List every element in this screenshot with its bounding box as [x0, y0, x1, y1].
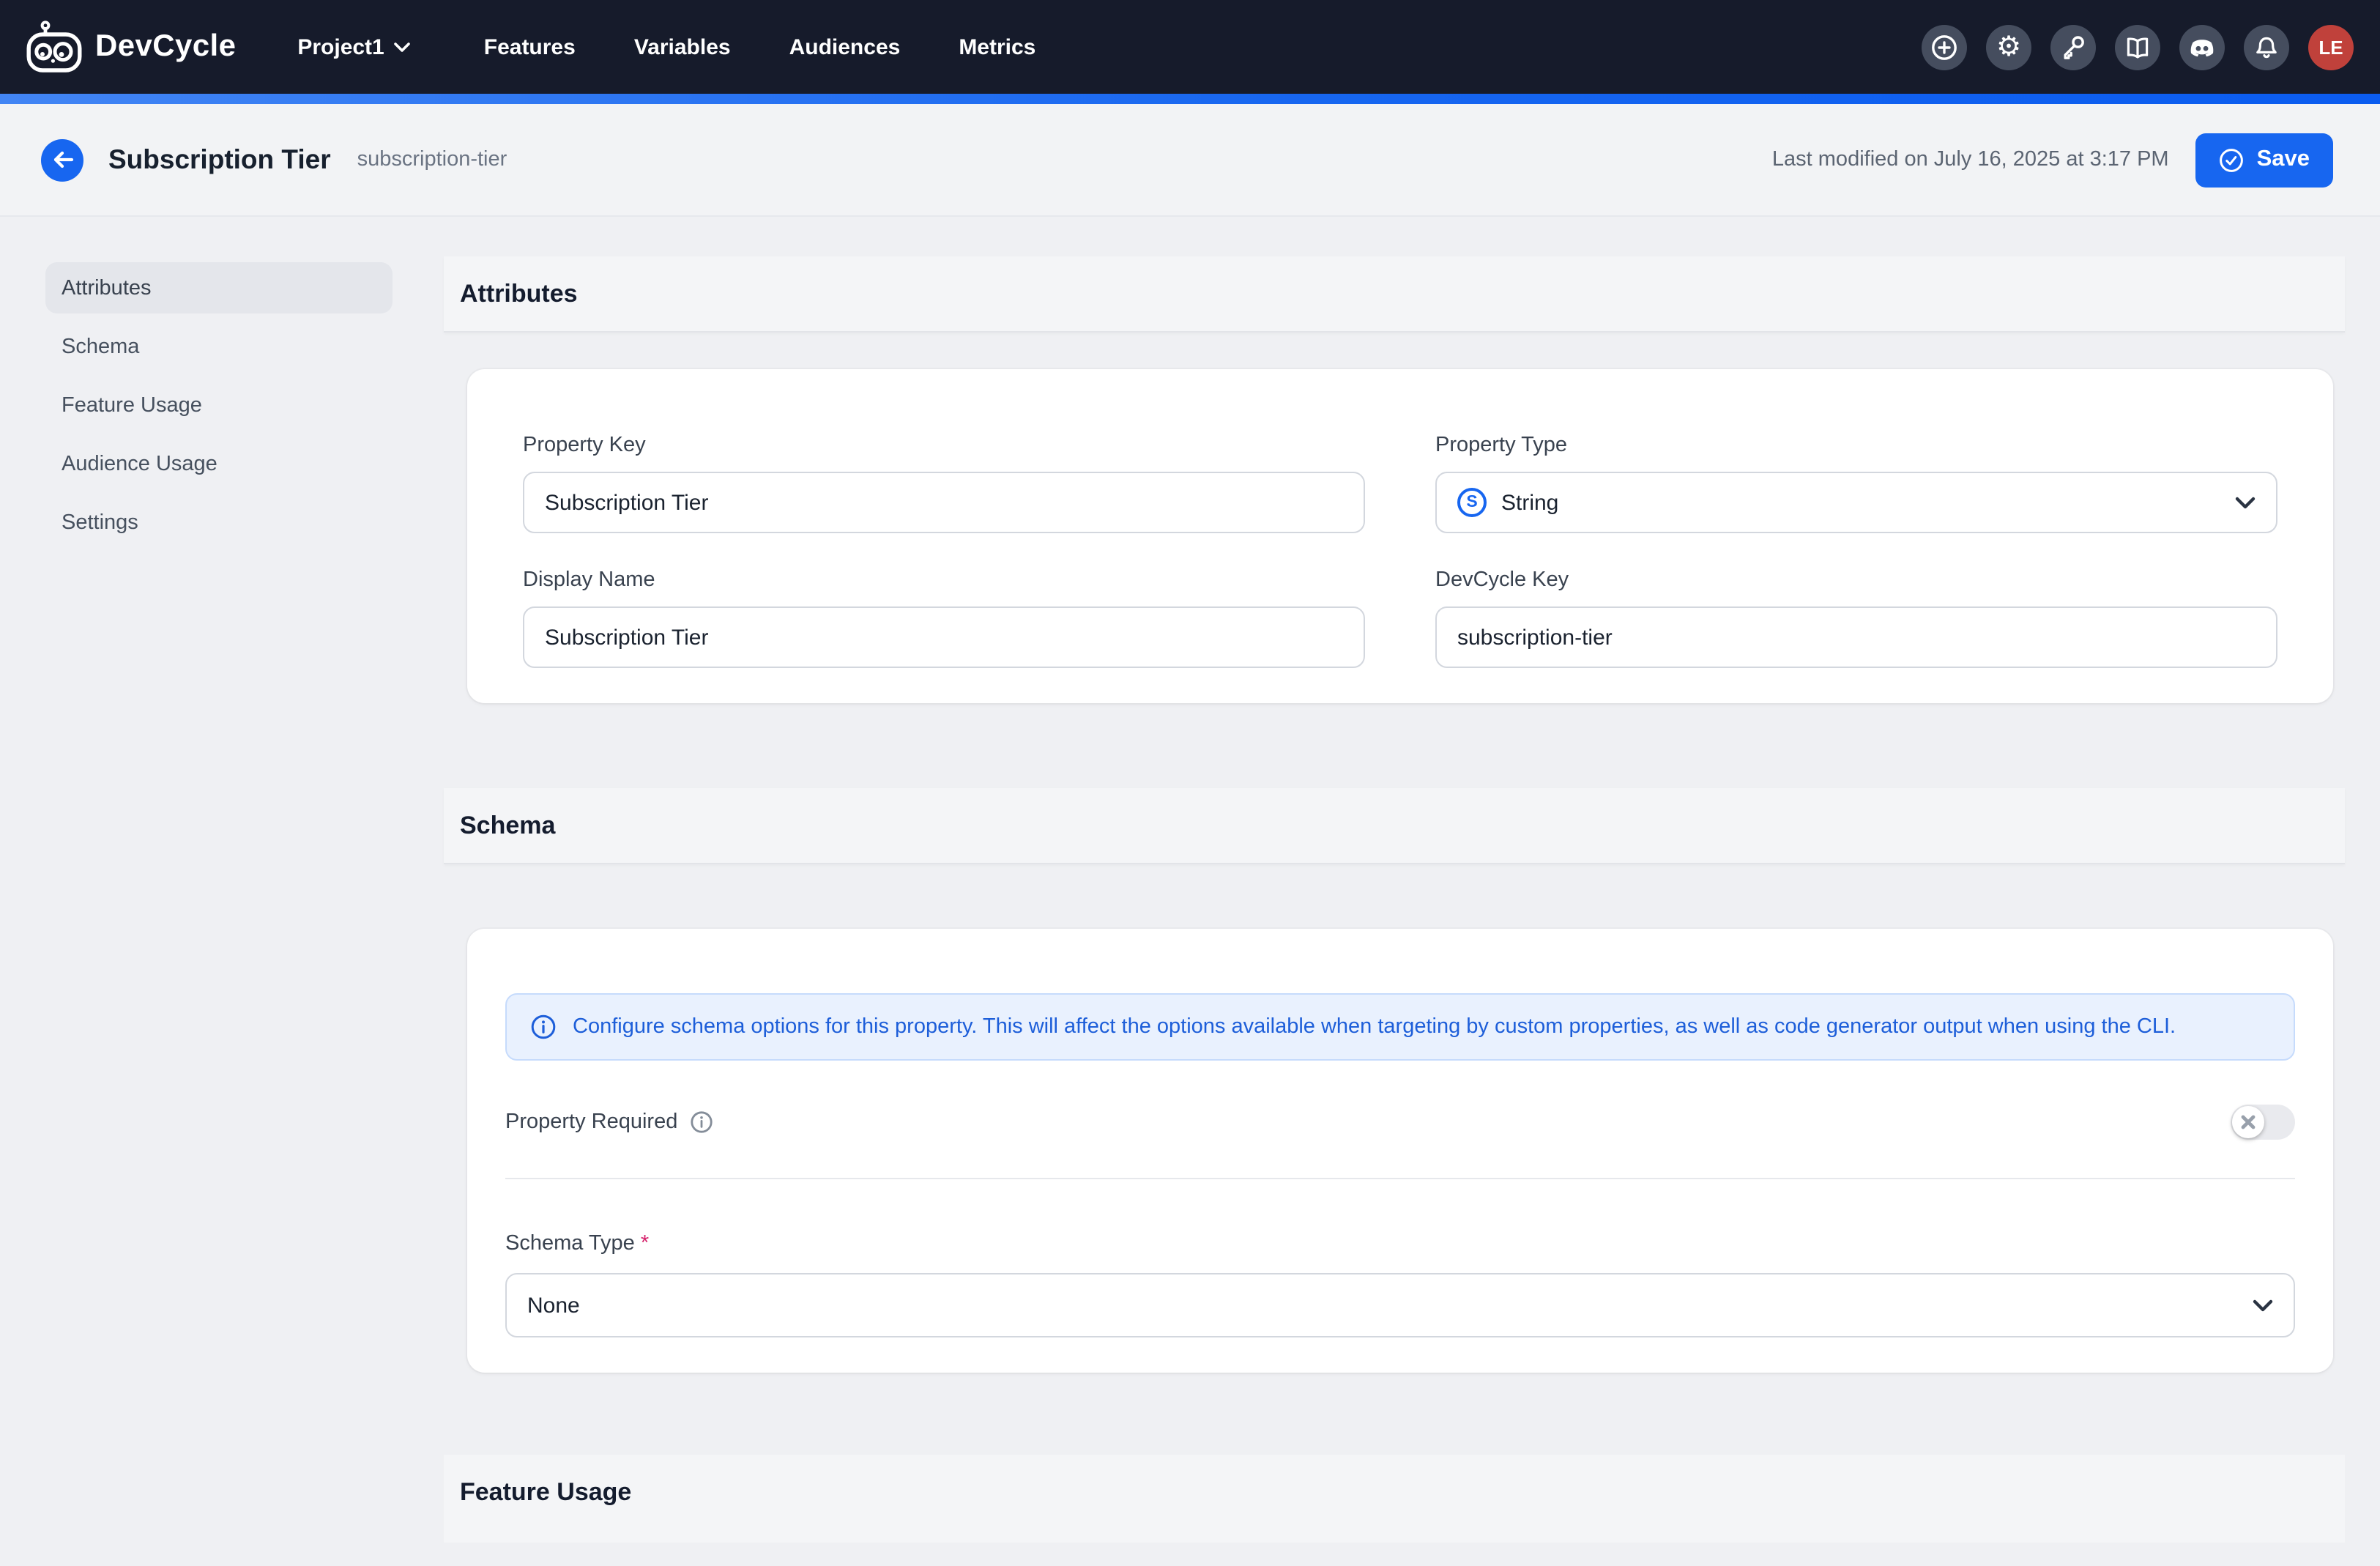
- feature-usage-section-header: Feature Usage: [444, 1455, 2345, 1543]
- plus-circle-icon: [1930, 33, 1958, 61]
- property-type-field-group: Property Type S String: [1435, 434, 2277, 533]
- devcycle-key-label: DevCycle Key: [1435, 568, 2277, 592]
- chevron-down-icon: [2253, 1299, 2273, 1312]
- section-sidebar: Attributes Schema Feature Usage Audience…: [45, 256, 393, 1543]
- arrow-left-icon: [51, 149, 74, 170]
- property-key-input[interactable]: [523, 472, 1365, 533]
- attributes-heading: Attributes: [460, 280, 2345, 309]
- devcycle-logo[interactable]: DevCycle: [26, 21, 236, 73]
- feature-usage-heading: Feature Usage: [460, 1478, 2345, 1507]
- gear-icon: ⚙: [1996, 33, 2021, 61]
- sidebar-item-feature-usage[interactable]: Feature Usage: [45, 379, 393, 431]
- check-circle-icon: [2219, 147, 2244, 172]
- devcycle-key-input[interactable]: [1435, 606, 2277, 668]
- schema-heading: Schema: [460, 812, 2345, 841]
- chevron-down-icon: [395, 42, 411, 52]
- display-name-input[interactable]: [523, 606, 1365, 668]
- property-key-slug: subscription-tier: [357, 148, 507, 171]
- property-required-row: Property Required: [505, 1105, 2295, 1140]
- property-type-select[interactable]: S String: [1435, 472, 2277, 533]
- page-title: Subscription Tier: [108, 144, 331, 176]
- key-icon: [2059, 33, 2087, 61]
- sidebar-item-schema[interactable]: Schema: [45, 321, 393, 372]
- nav-item-features[interactable]: Features: [484, 23, 576, 71]
- string-type-icon: S: [1457, 488, 1487, 517]
- display-name-label: Display Name: [523, 568, 1365, 592]
- api-keys-button[interactable]: [2050, 24, 2096, 70]
- save-button-label: Save: [2257, 146, 2310, 173]
- user-avatar[interactable]: LE: [2308, 24, 2354, 70]
- settings-button[interactable]: ⚙: [1986, 24, 2031, 70]
- sidebar-item-attributes[interactable]: Attributes: [45, 262, 393, 313]
- devcycle-robot-icon: [26, 21, 82, 73]
- schema-info-banner: Configure schema options for this proper…: [505, 993, 2295, 1061]
- discord-button[interactable]: [2179, 24, 2225, 70]
- notifications-button[interactable]: [2244, 24, 2289, 70]
- schema-card: Configure schema options for this proper…: [467, 929, 2333, 1373]
- primary-nav: Project1 Features Variables Audiences Me…: [283, 23, 1035, 71]
- create-new-button[interactable]: [1922, 24, 1967, 70]
- chevron-down-icon: [2235, 496, 2256, 509]
- back-button[interactable]: [41, 138, 83, 181]
- display-name-field-group: Display Name: [523, 568, 1365, 668]
- info-icon[interactable]: [689, 1110, 713, 1134]
- devcycle-key-field-group: DevCycle Key: [1435, 568, 2277, 668]
- attributes-section-header: Attributes: [444, 256, 2345, 333]
- property-type-value: String: [1501, 490, 1558, 515]
- schema-info-text: Configure schema options for this proper…: [573, 1015, 2176, 1039]
- schema-section-header: Schema: [444, 788, 2345, 864]
- bell-icon: [2253, 33, 2280, 61]
- schema-type-select[interactable]: None: [505, 1273, 2295, 1337]
- brand-wordmark: DevCycle: [95, 29, 236, 64]
- sidebar-item-settings[interactable]: Settings: [45, 497, 393, 548]
- last-modified-text: Last modified on July 16, 2025 at 3:17 P…: [1772, 148, 2169, 171]
- nav-item-variables[interactable]: Variables: [634, 23, 731, 71]
- nav-item-audiences[interactable]: Audiences: [789, 23, 901, 71]
- divider: [505, 1178, 2295, 1179]
- required-asterisk: *: [641, 1232, 649, 1255]
- save-button[interactable]: Save: [2195, 133, 2333, 187]
- attributes-card: Property Key Property Type S String: [467, 369, 2333, 703]
- main-content: Attributes Property Key Property Type S …: [444, 256, 2345, 1543]
- toggle-knob: [2232, 1106, 2264, 1138]
- project-selector[interactable]: Project1: [283, 23, 425, 71]
- navbar-actions: ⚙: [1922, 24, 2354, 70]
- project-selector-label: Project1: [297, 34, 384, 59]
- docs-book-icon: [2124, 33, 2152, 61]
- sidebar-item-audience-usage[interactable]: Audience Usage: [45, 438, 393, 489]
- property-required-label: Property Required: [505, 1110, 677, 1134]
- nav-item-metrics[interactable]: Metrics: [959, 23, 1035, 71]
- schema-type-label: Schema Type: [505, 1232, 635, 1255]
- info-icon: [530, 1014, 557, 1040]
- top-navbar: DevCycle Project1 Features Variables Aud…: [0, 0, 2380, 94]
- property-key-field-group: Property Key: [523, 434, 1365, 533]
- documentation-button[interactable]: [2115, 24, 2160, 70]
- page-header: Subscription Tier subscription-tier Last…: [0, 104, 2380, 217]
- property-type-label: Property Type: [1435, 434, 2277, 457]
- accent-bar: [0, 94, 2380, 104]
- property-required-toggle[interactable]: [2231, 1105, 2295, 1140]
- schema-type-value: None: [527, 1293, 580, 1318]
- discord-icon: [2188, 33, 2216, 61]
- property-key-label: Property Key: [523, 434, 1365, 457]
